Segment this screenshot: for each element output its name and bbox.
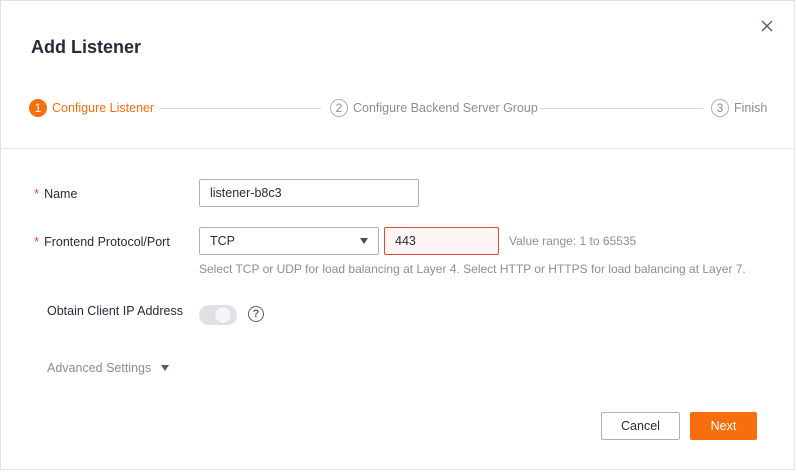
step-configure-backend: 2 Configure Backend Server Group (330, 98, 538, 118)
name-label: * Name (34, 186, 78, 201)
chevron-down-icon (360, 238, 368, 244)
header-divider (1, 148, 794, 149)
client-ip-label: Obtain Client IP Address (47, 304, 183, 318)
add-listener-dialog: Add Listener 1 Configure Listener 2 Conf… (0, 0, 795, 470)
name-input[interactable]: listener-b8c3 (199, 179, 419, 207)
toggle-knob (215, 307, 231, 323)
step-label: Finish (734, 101, 768, 115)
step-number: 1 (29, 99, 47, 117)
protocol-value: TCP (210, 234, 235, 248)
client-ip-toggle[interactable] (199, 305, 237, 325)
protocol-port-label: * Frontend Protocol/Port (34, 234, 170, 249)
step-number: 3 (711, 99, 729, 117)
advanced-settings-label: Advanced Settings (47, 361, 152, 375)
cancel-button[interactable]: Cancel (601, 412, 680, 440)
step-connector (160, 108, 321, 109)
step-label: Configure Backend Server Group (353, 101, 538, 115)
wizard-steps: 1 Configure Listener 2 Configure Backend… (29, 98, 769, 120)
advanced-settings-toggle[interactable]: Advanced Settings (47, 361, 170, 375)
protocol-help-text: Select TCP or UDP for load balancing at … (199, 262, 746, 276)
question-circle-icon[interactable]: ? (248, 306, 264, 322)
port-input[interactable]: 443 (384, 227, 499, 255)
required-mark: * (34, 234, 40, 249)
close-icon[interactable] (758, 17, 776, 35)
step-configure-listener: 1 Configure Listener (29, 98, 154, 118)
required-mark: * (34, 186, 40, 201)
step-connector (540, 108, 703, 109)
step-label: Configure Listener (52, 101, 155, 115)
port-range-hint: Value range: 1 to 65535 (509, 234, 637, 248)
step-finish: 3 Finish (711, 98, 767, 118)
next-button[interactable]: Next (690, 412, 757, 440)
caret-down-icon (161, 365, 170, 371)
dialog-title: Add Listener (31, 37, 142, 57)
step-number: 2 (330, 99, 348, 117)
protocol-select[interactable]: TCP (199, 227, 379, 255)
